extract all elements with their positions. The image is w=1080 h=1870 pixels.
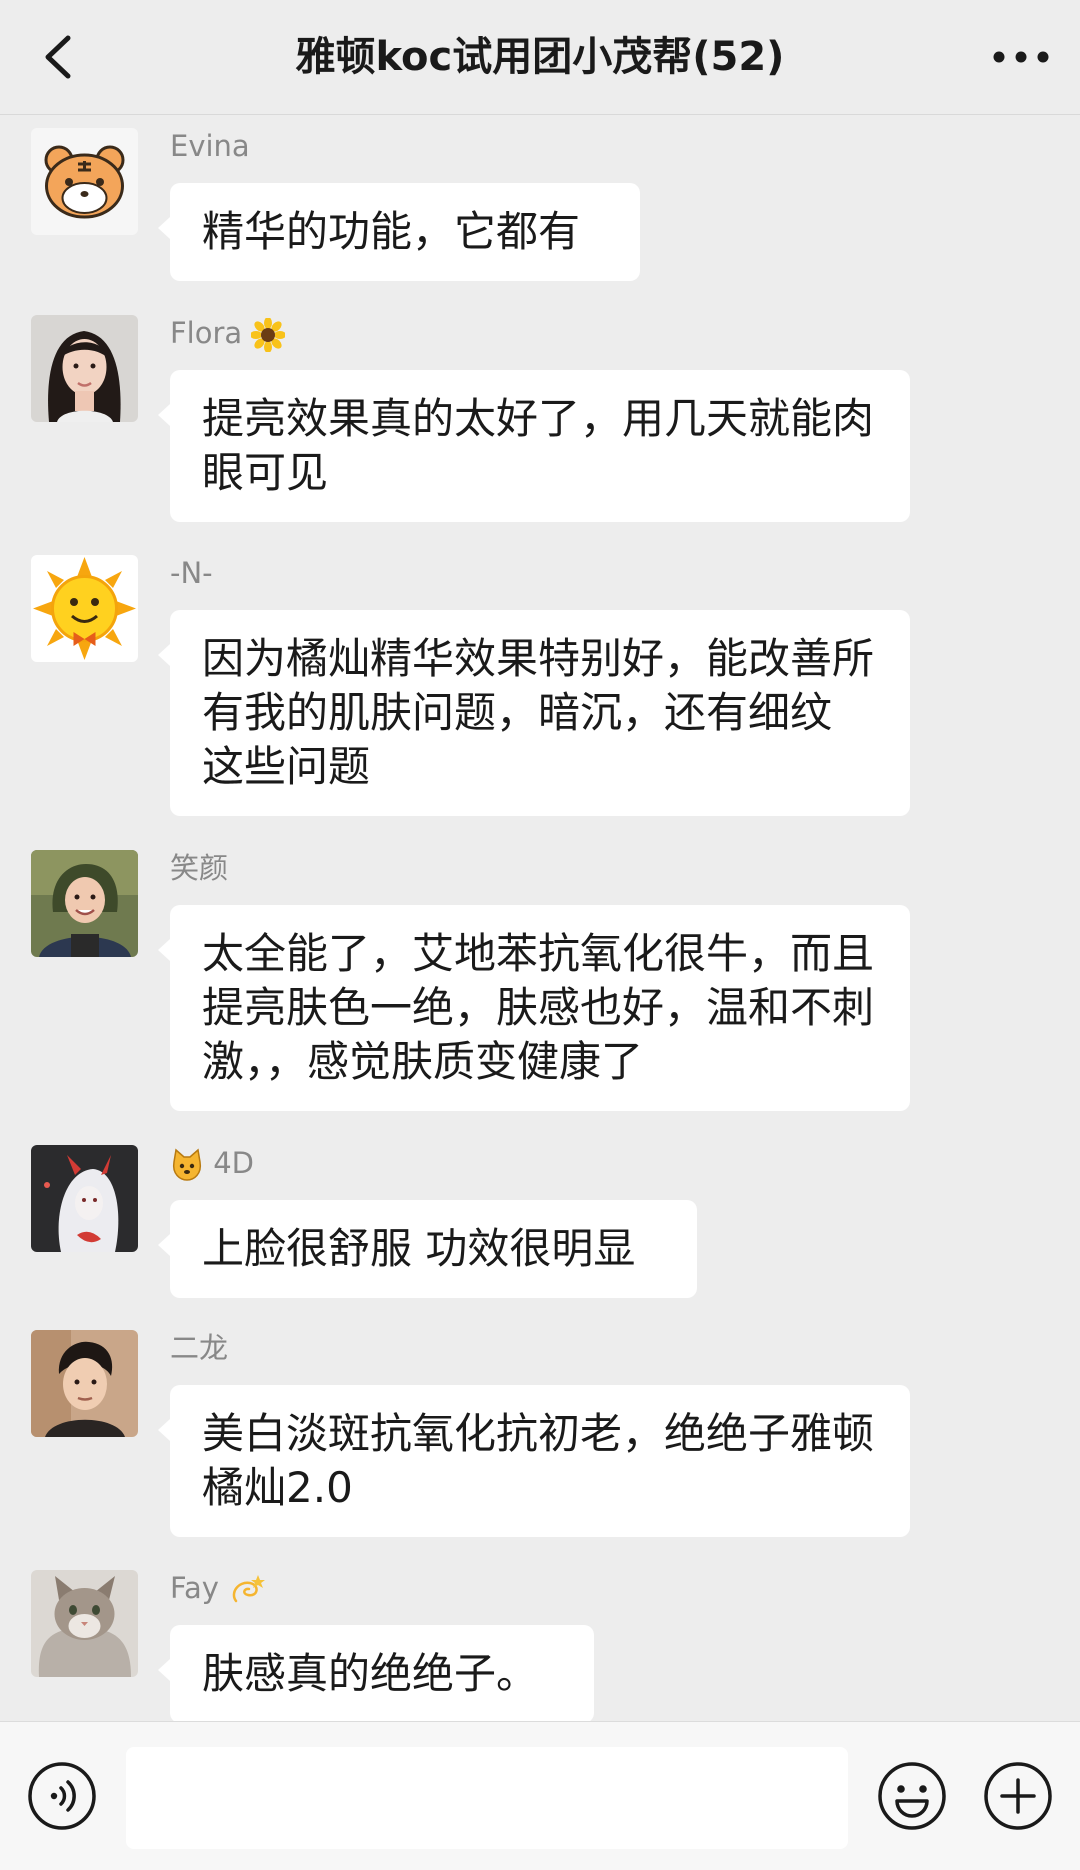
sender-name: -N- — [170, 556, 213, 590]
voice-button[interactable] — [26, 1760, 98, 1832]
sender-name-text: Fay — [170, 1571, 219, 1605]
avatar[interactable] — [31, 1570, 138, 1677]
message-bubble[interactable]: 上脸很舒服 功效很明显 — [158, 1200, 697, 1298]
woman-portrait-avatar — [31, 315, 138, 422]
sender-name: 笑颜 — [170, 851, 229, 885]
avatar[interactable] — [31, 850, 138, 957]
girl-photo-avatar — [31, 850, 138, 957]
sunflower-icon — [251, 318, 286, 352]
voice-icon — [28, 1762, 96, 1830]
more-button[interactable] — [988, 30, 1054, 84]
avatar[interactable] — [31, 1145, 138, 1252]
sender-name-text: 4D — [213, 1146, 254, 1180]
tiger-avatar — [31, 128, 138, 235]
sender-name-text: Flora — [170, 316, 243, 350]
dizzy-icon — [232, 1575, 266, 1603]
message-bubble[interactable]: 肤感真的绝绝子。 — [158, 1625, 594, 1721]
input-bar — [0, 1721, 1080, 1870]
emoji-icon — [878, 1762, 946, 1830]
cat-photo-avatar — [31, 1570, 138, 1677]
plus-icon — [984, 1762, 1052, 1830]
emoji-button[interactable] — [876, 1760, 948, 1832]
sender-name: Flora — [170, 315, 286, 352]
chevron-left-icon — [45, 35, 71, 79]
sender-name: 二龙 — [170, 1331, 229, 1365]
sender-name: Fay — [170, 1570, 266, 1607]
sender-name: Evina — [170, 129, 250, 163]
back-button[interactable] — [34, 24, 94, 90]
message-bubble[interactable]: 太全能了，艾地苯抗氧化很牛，而且提亮肤色一绝，肤感也好，温和不刺激，，感觉肤质变… — [158, 905, 910, 1111]
more-horizontal-icon — [993, 51, 1049, 63]
man-portrait-avatar — [31, 1330, 138, 1437]
message-bubble[interactable]: 提亮效果真的太好了，用几天就能肉眼可见 — [158, 370, 910, 522]
message-list[interactable]: Evina 精华的功能，它都有 Flora 提亮效果真的太好了，用几天就能肉眼可… — [0, 115, 1080, 1721]
avatar[interactable] — [31, 315, 138, 422]
avatar[interactable] — [31, 128, 138, 235]
sender-name: 4D — [170, 1145, 254, 1182]
chat-header: 雅顿koc试用团小茂帮(52) — [0, 0, 1080, 115]
plus-button[interactable] — [982, 1760, 1054, 1832]
avatar[interactable] — [31, 1330, 138, 1437]
message-bubble[interactable]: 因为橘灿精华效果特别好，能改善所有我的肌肤问题，暗沉，还有细纹 这些问题 — [158, 610, 910, 816]
message-bubble[interactable]: 精华的功能，它都有 — [158, 183, 640, 281]
demon-art-avatar — [31, 1145, 138, 1252]
sun-emoji-avatar — [31, 555, 138, 662]
chat-title: 雅顿koc试用团小茂帮(52) — [295, 34, 785, 80]
message-input[interactable] — [126, 1747, 848, 1849]
cat-face-icon — [172, 1148, 202, 1181]
avatar[interactable] — [31, 555, 138, 662]
message-bubble[interactable]: 美白淡斑抗氧化抗初老，绝绝子雅顿橘灿2.0 — [158, 1385, 910, 1537]
